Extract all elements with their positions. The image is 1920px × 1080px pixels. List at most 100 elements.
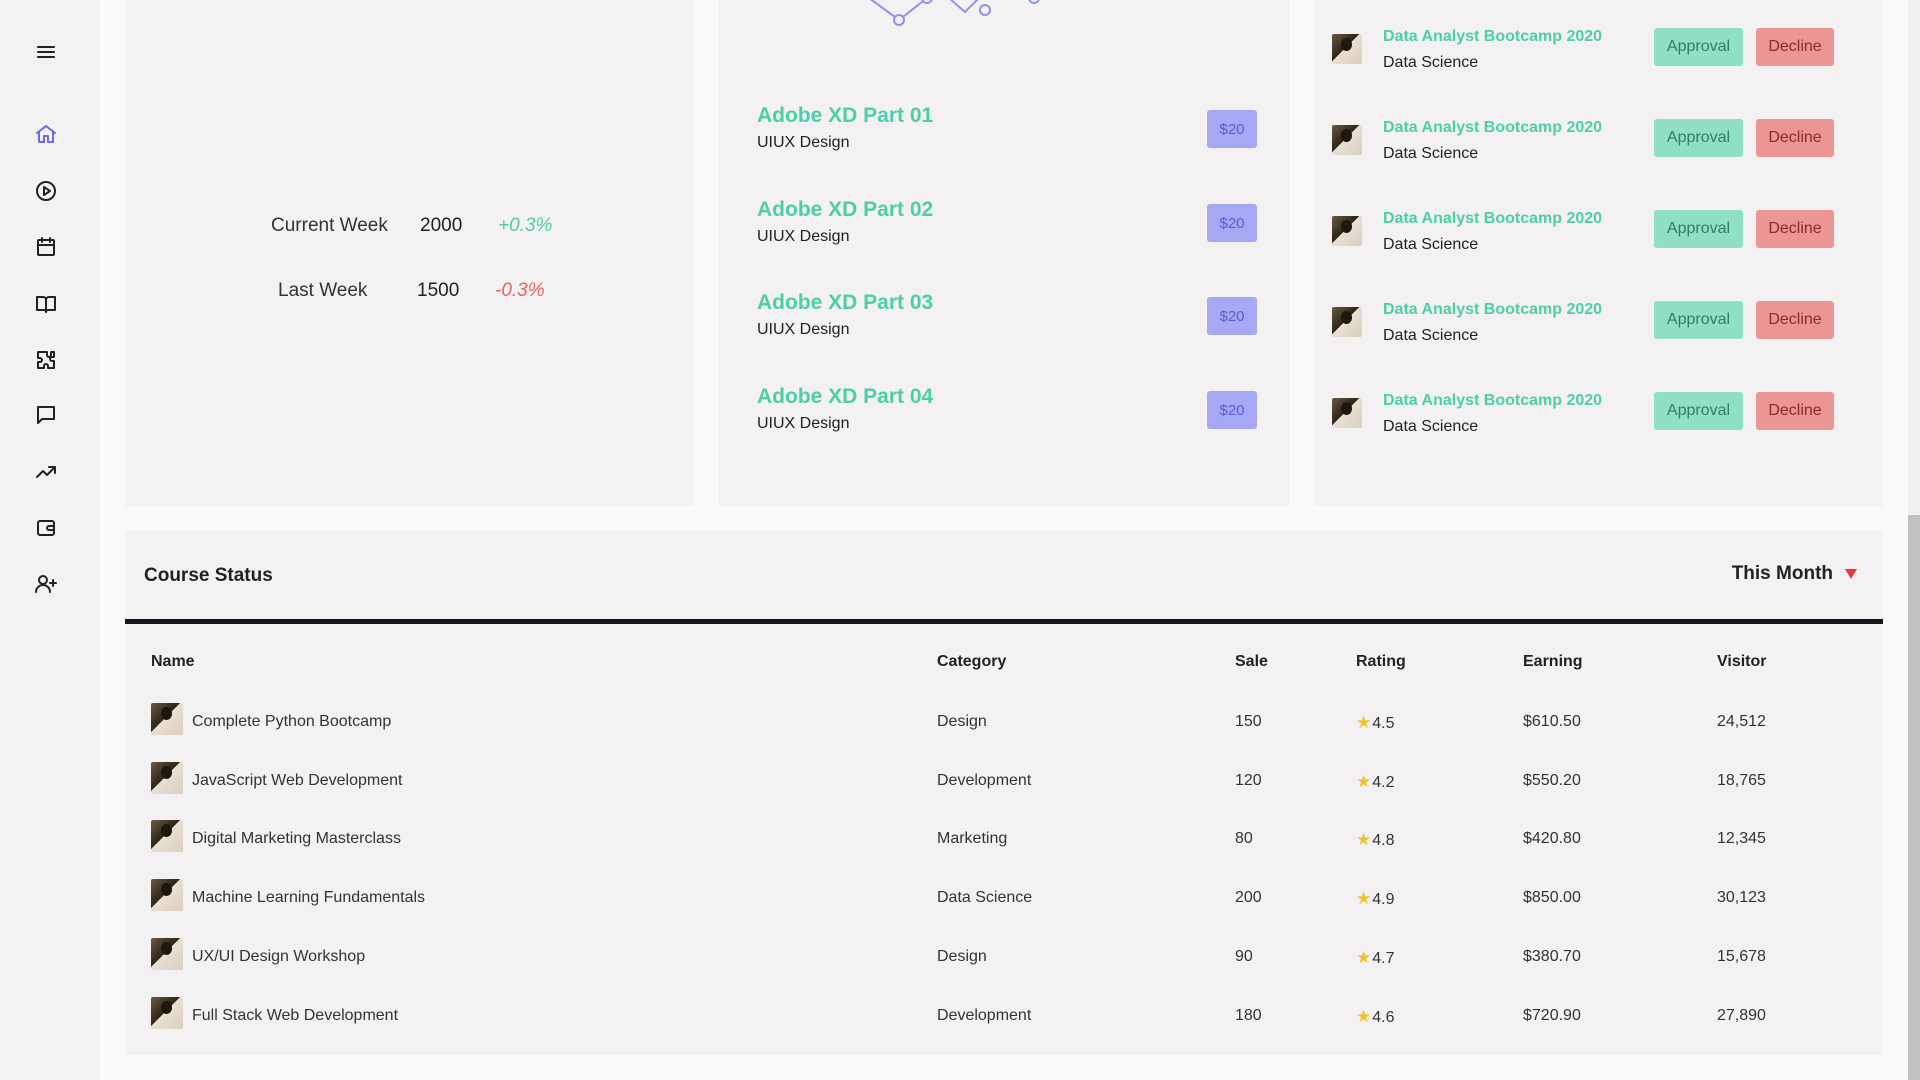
divider: [125, 619, 1883, 624]
last-week-row: Last Week 1500 -0.3%: [125, 280, 694, 310]
approval-item: Data Analyst Bootcamp 2020 Data Science …: [1332, 28, 1834, 88]
star-icon: ★: [1356, 830, 1372, 849]
approve-button[interactable]: Approval: [1654, 210, 1743, 248]
approval-subtitle: Data Science: [1383, 327, 1479, 344]
avatar: [151, 820, 183, 852]
stat-value: 2000: [420, 215, 463, 236]
cell-category: Development: [937, 1007, 1032, 1024]
cell-visitor: 12,345: [1717, 830, 1766, 847]
course-item[interactable]: Adobe XD Part 03 UIUX Design $20: [757, 291, 1257, 351]
decline-button[interactable]: Decline: [1756, 392, 1834, 430]
approve-button[interactable]: Approval: [1654, 392, 1743, 430]
course-subtitle: UIUX Design: [757, 134, 850, 151]
column-header-name: Name: [151, 653, 195, 670]
approval-title[interactable]: Data Analyst Bootcamp 2020: [1383, 28, 1602, 46]
cell-rating: ★4.6: [1356, 1007, 1395, 1027]
approve-button[interactable]: Approval: [1654, 119, 1743, 157]
cell-name: Machine Learning Fundamentals: [192, 889, 426, 906]
course-item[interactable]: Adobe XD Part 02 UIUX Design $20: [757, 198, 1257, 258]
book-icon[interactable]: [32, 290, 60, 318]
cell-rating: ★4.8: [1356, 830, 1395, 850]
cell-rating: ★4.9: [1356, 889, 1395, 909]
course-item[interactable]: Adobe XD Part 04 UIUX Design $20: [757, 385, 1257, 445]
course-item[interactable]: Adobe XD Part 01 UIUX Design $20: [757, 104, 1257, 164]
decline-button[interactable]: Decline: [1756, 119, 1834, 157]
puzzle-icon[interactable]: [32, 346, 60, 374]
price-badge: $20: [1207, 297, 1257, 335]
approval-subtitle: Data Science: [1383, 54, 1479, 71]
avatar: [1332, 125, 1362, 155]
cell-category: Marketing: [937, 830, 1008, 847]
chat-icon[interactable]: [32, 401, 60, 429]
approval-item: Data Analyst Bootcamp 2020 Data Science …: [1332, 301, 1834, 361]
approve-button[interactable]: Approval: [1654, 28, 1743, 66]
cell-earning: $720.90: [1523, 1007, 1581, 1024]
scroll-thumb[interactable]: [1908, 515, 1920, 1080]
period-dropdown[interactable]: This Month: [1732, 563, 1857, 585]
avatar: [1332, 34, 1362, 64]
period-label[interactable]: This Month: [1732, 563, 1833, 585]
approval-title[interactable]: Data Analyst Bootcamp 2020: [1383, 210, 1602, 228]
cell-name: JavaScript Web Development: [192, 772, 403, 789]
wallet-icon[interactable]: [32, 514, 60, 542]
courses-card: Adobe XD Part 01 UIUX Design $20 Adobe X…: [719, 0, 1289, 506]
avatar: [151, 703, 183, 735]
cell-earning: $550.20: [1523, 772, 1581, 789]
course-subtitle: UIUX Design: [757, 228, 850, 245]
calendar-icon[interactable]: [32, 233, 60, 261]
course-title[interactable]: Adobe XD Part 04: [757, 385, 933, 409]
stat-label: Last Week: [278, 280, 368, 301]
cell-visitor: 18,765: [1717, 772, 1766, 789]
star-icon: ★: [1356, 948, 1372, 967]
scrollbar[interactable]: [1908, 0, 1920, 1080]
course-title[interactable]: Adobe XD Part 03: [757, 291, 933, 315]
home-icon[interactable]: [32, 120, 60, 148]
cell-sale: 80: [1235, 830, 1253, 847]
approval-item: Data Analyst Bootcamp 2020 Data Science …: [1332, 119, 1834, 179]
approval-title[interactable]: Data Analyst Bootcamp 2020: [1383, 301, 1602, 319]
table-row[interactable]: Digital Marketing Masterclass Marketing …: [125, 820, 1883, 860]
cell-sale: 150: [1235, 713, 1262, 730]
table-row[interactable]: JavaScript Web Development Development 1…: [125, 762, 1883, 802]
section-title: Course Status: [144, 565, 273, 586]
sparkline-chart: [870, 0, 1040, 26]
rating-value: 4.7: [1372, 950, 1395, 967]
weekly-stats-card: Current Week 2000 +0.3% Last Week 1500 -…: [125, 0, 694, 506]
approval-title[interactable]: Data Analyst Bootcamp 2020: [1383, 119, 1602, 137]
approval-title[interactable]: Data Analyst Bootcamp 2020: [1383, 392, 1602, 410]
column-header-rating: Rating: [1356, 653, 1406, 670]
cell-rating: ★4.5: [1356, 713, 1395, 733]
cell-rating: ★4.2: [1356, 772, 1395, 792]
rating-value: 4.2: [1372, 774, 1395, 791]
current-week-row: Current Week 2000 +0.3%: [125, 215, 694, 245]
cell-category: Data Science: [937, 889, 1033, 906]
cell-sale: 180: [1235, 1007, 1262, 1024]
add-user-icon[interactable]: [32, 570, 60, 598]
price-badge: $20: [1207, 110, 1257, 148]
table-row[interactable]: Complete Python Bootcamp Design 150 ★4.5…: [125, 703, 1883, 743]
approval-subtitle: Data Science: [1383, 236, 1479, 253]
course-title[interactable]: Adobe XD Part 02: [757, 198, 933, 222]
table-row[interactable]: UX/UI Design Workshop Design 90 ★4.7 $38…: [125, 938, 1883, 978]
cell-category: Design: [937, 948, 987, 965]
approve-button[interactable]: Approval: [1654, 301, 1743, 339]
cell-earning: $420.80: [1523, 830, 1581, 847]
menu-icon[interactable]: [32, 38, 60, 66]
decline-button[interactable]: Decline: [1756, 210, 1834, 248]
trending-icon[interactable]: [32, 458, 60, 486]
stat-change: +0.3%: [498, 215, 553, 236]
cell-earning: $850.00: [1523, 889, 1581, 906]
stat-label: Current Week: [271, 215, 388, 236]
rating-value: 4.9: [1372, 891, 1395, 908]
play-icon[interactable]: [32, 177, 60, 205]
approval-item: Data Analyst Bootcamp 2020 Data Science …: [1332, 210, 1834, 270]
caret-down-icon[interactable]: [1845, 569, 1857, 579]
decline-button[interactable]: Decline: [1756, 301, 1834, 339]
course-title[interactable]: Adobe XD Part 01: [757, 104, 933, 128]
table-row[interactable]: Full Stack Web Development Development 1…: [125, 997, 1883, 1037]
cell-name: UX/UI Design Workshop: [192, 948, 366, 965]
cell-visitor: 27,890: [1717, 1007, 1766, 1024]
decline-button[interactable]: Decline: [1756, 28, 1834, 66]
column-header-sale: Sale: [1235, 653, 1268, 670]
table-row[interactable]: Machine Learning Fundamentals Data Scien…: [125, 879, 1883, 919]
